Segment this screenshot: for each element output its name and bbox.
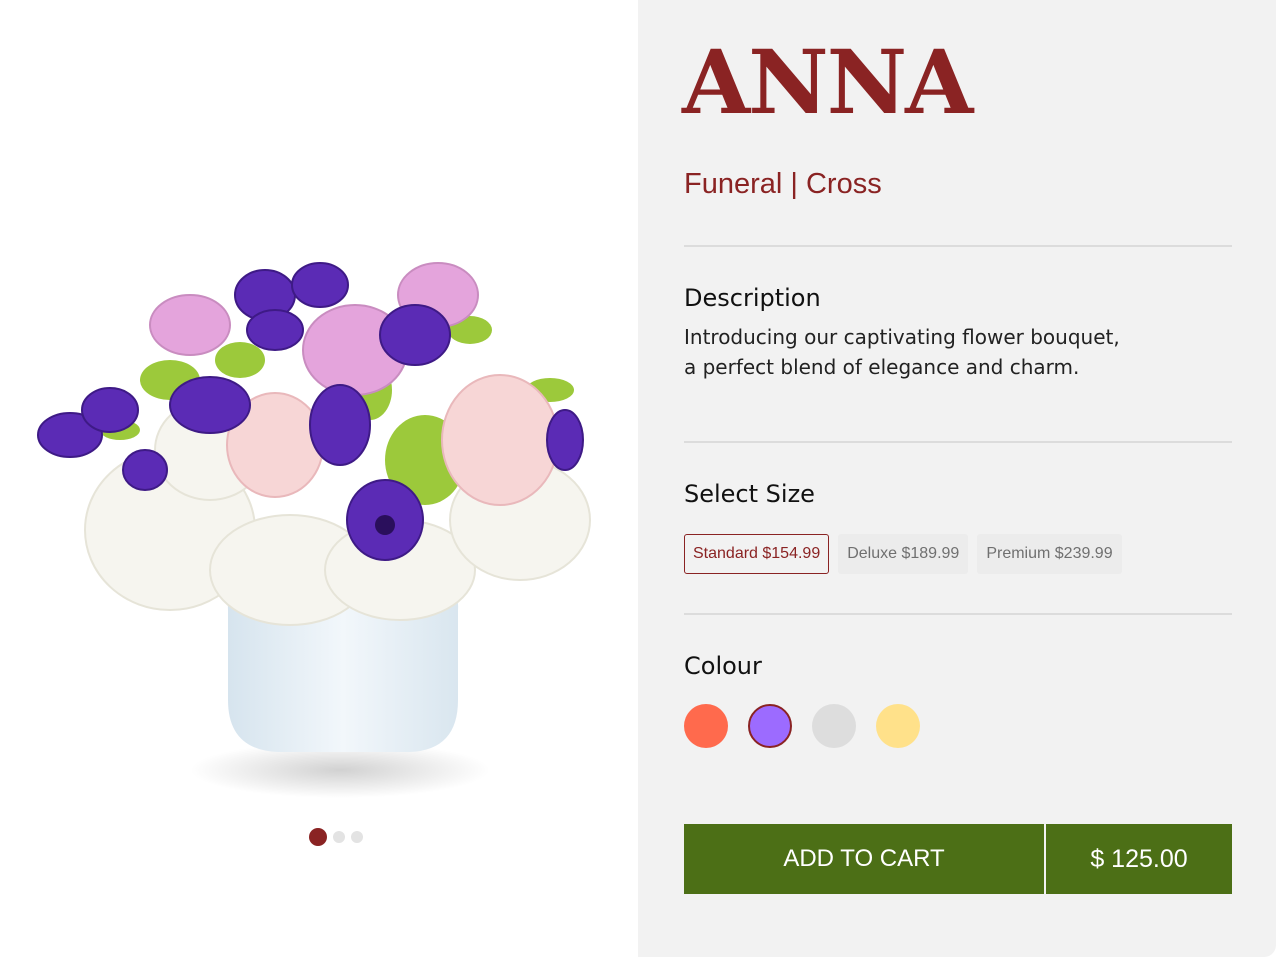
- cart-price: $ 125.00: [1046, 824, 1232, 894]
- size-options: Standard $154.99 Deluxe $189.99 Premium …: [684, 534, 1122, 574]
- description-text: Introducing our captivating flower bouqu…: [684, 325, 1120, 379]
- colour-swatch-coral[interactable]: [684, 704, 728, 748]
- divider: [684, 441, 1232, 443]
- size-option-premium[interactable]: Premium $239.99: [977, 534, 1122, 574]
- carousel-dots: [309, 828, 363, 846]
- product-image: [37, 262, 591, 798]
- cart-bar: ADD TO CART $ 125.00: [684, 824, 1232, 894]
- product-gallery: [0, 0, 638, 970]
- divider: [684, 245, 1232, 247]
- product-title: ANNA: [682, 30, 973, 134]
- description-heading: Description: [684, 284, 821, 312]
- size-option-deluxe[interactable]: Deluxe $189.99: [838, 534, 969, 574]
- colour-swatch-purple[interactable]: [748, 704, 792, 748]
- colour-swatch-pale-yellow[interactable]: [876, 704, 920, 748]
- colour-swatch-light-grey[interactable]: [812, 704, 856, 748]
- divider: [684, 613, 1232, 615]
- colour-heading: Colour: [684, 652, 762, 680]
- product-category: Funeral | Cross: [684, 168, 882, 200]
- product-details: ANNA Funeral | Cross Description Introdu…: [638, 0, 1276, 957]
- carousel-dot-1[interactable]: [309, 828, 327, 846]
- size-heading: Select Size: [684, 480, 815, 508]
- size-option-standard[interactable]: Standard $154.99: [684, 534, 830, 574]
- carousel-dot-3[interactable]: [351, 831, 363, 843]
- colour-swatches: [684, 704, 920, 748]
- add-to-cart-button[interactable]: ADD TO CART: [684, 824, 1044, 894]
- carousel-dot-2[interactable]: [333, 831, 345, 843]
